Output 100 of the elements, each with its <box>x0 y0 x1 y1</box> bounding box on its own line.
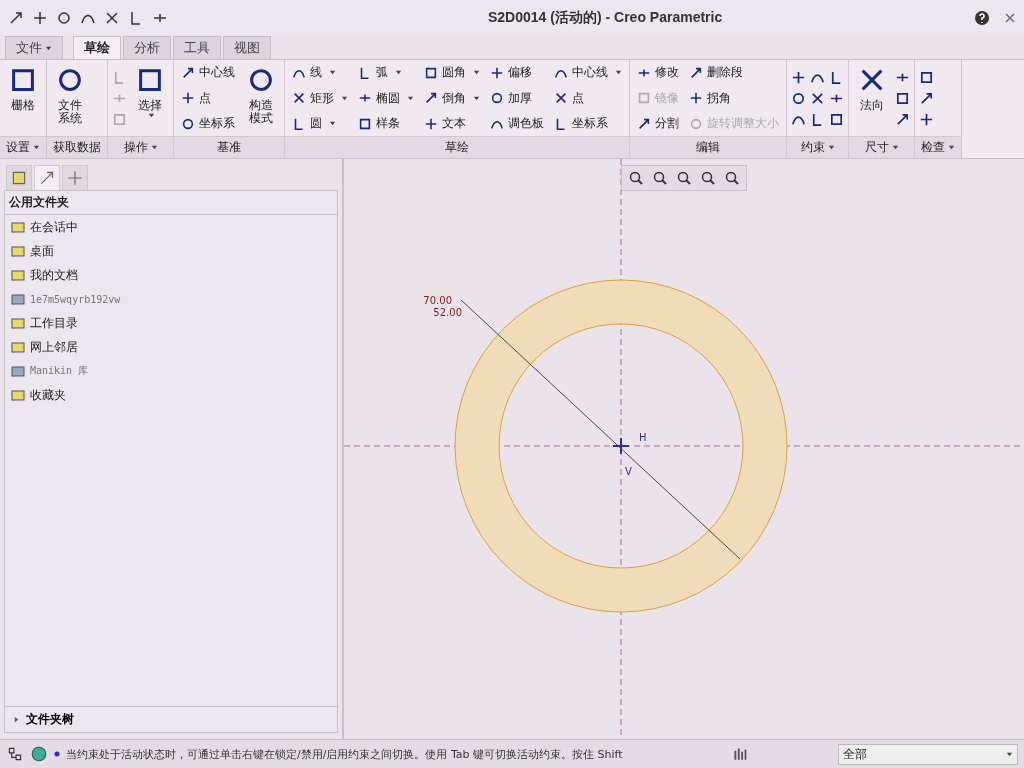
caret-icon <box>395 69 402 76</box>
ribbon-button[interactable]: 加厚 <box>487 88 547 108</box>
tool-icon[interactable] <box>810 90 825 106</box>
ribbon-button[interactable]: 中心线 <box>551 63 625 82</box>
tool-icon[interactable] <box>919 90 934 106</box>
tool-icon <box>424 116 438 131</box>
tool-icon <box>181 65 195 80</box>
ribbon-button[interactable]: 文件系统 <box>51 63 89 127</box>
tree-icon[interactable] <box>6 745 24 763</box>
caret-icon <box>948 144 955 151</box>
tool-icon <box>292 91 306 105</box>
tool-icon[interactable] <box>829 111 844 127</box>
folder-item[interactable]: Manikin 库 <box>30 364 89 378</box>
help-icon[interactable] <box>974 9 990 26</box>
view-tool-icon[interactable] <box>700 170 716 186</box>
folder-tree-toggle[interactable]: 文件夹树 <box>5 706 337 732</box>
caret-icon <box>473 94 480 102</box>
toolbar-icon[interactable] <box>8 9 24 26</box>
folder-item[interactable]: 网上邻居 <box>30 338 78 356</box>
group-label[interactable]: 基准 <box>174 136 284 158</box>
ribbon-button[interactable]: 删除段 <box>686 63 782 82</box>
ribbon-button[interactable]: 线 <box>289 63 351 82</box>
tool-icon[interactable] <box>919 111 934 127</box>
group-label[interactable]: 约束 <box>787 136 848 158</box>
tool-icon <box>689 65 703 80</box>
folder-icon <box>10 339 26 355</box>
toolbar-icon[interactable] <box>104 9 120 26</box>
group-label[interactable]: 尺寸 <box>849 136 914 158</box>
tool-icon <box>424 65 438 80</box>
ribbon-tab[interactable]: 分析 <box>123 36 171 59</box>
ribbon-button[interactable]: 中心线 <box>178 63 238 82</box>
tool-icon <box>689 116 703 131</box>
sketch-canvas[interactable]: 70.00 52.00 H V <box>344 159 1024 739</box>
ribbon-button[interactable]: 拐角 <box>686 88 782 108</box>
ribbon-button[interactable]: 坐标系 <box>551 114 625 133</box>
panel-header: 公用文件夹 <box>5 191 337 215</box>
group-label[interactable]: 编辑 <box>630 136 786 158</box>
tool-icon[interactable] <box>791 90 806 106</box>
tool-icon <box>181 116 195 131</box>
view-tool-icon[interactable] <box>652 170 668 186</box>
file-menu-button[interactable]: 文件 <box>5 36 63 59</box>
folder-item[interactable]: 桌面 <box>30 242 54 260</box>
folder-item[interactable]: 1e7m5wqyrb192vw <box>30 293 121 305</box>
ribbon-button[interactable]: 法向 <box>853 63 891 114</box>
navigator-tab[interactable] <box>34 165 60 190</box>
ribbon-tab[interactable]: 工具 <box>173 36 221 59</box>
view-tool-icon[interactable] <box>676 170 692 186</box>
ribbon-button[interactable]: 栅格 <box>4 63 42 114</box>
tool-icon <box>490 65 504 80</box>
ribbon-button[interactable]: 椭圆 <box>355 88 417 108</box>
ribbon-button[interactable]: 分割 <box>634 114 682 133</box>
tool-icon[interactable] <box>895 111 910 127</box>
ribbon-button[interactable]: 偏移 <box>487 63 547 82</box>
folder-item[interactable]: 收藏夹 <box>30 386 66 404</box>
tool-icon[interactable] <box>791 69 806 85</box>
group-label[interactable]: 设置 <box>0 136 46 158</box>
folder-icon <box>10 291 26 307</box>
ribbon-button[interactable]: 矩形 <box>289 88 351 108</box>
ribbon-button[interactable]: 点 <box>551 88 625 108</box>
caret-icon <box>407 94 414 102</box>
folder-icon <box>10 243 26 259</box>
group-label[interactable]: 获取数据 <box>47 136 107 158</box>
tool-icon[interactable] <box>919 69 934 85</box>
navigator-tab[interactable] <box>6 165 32 190</box>
ribbon-button[interactable]: 文本 <box>421 114 483 133</box>
group-label[interactable]: 检查 <box>915 136 961 158</box>
view-tool-icon[interactable] <box>628 170 644 186</box>
close-icon[interactable] <box>1004 11 1016 24</box>
ribbon-button[interactable]: 修改 <box>634 63 682 82</box>
folder-icon <box>10 267 26 283</box>
tool-icon[interactable] <box>895 90 910 106</box>
folder-icon <box>10 219 26 235</box>
ribbon-button[interactable]: 倒角 <box>421 88 483 108</box>
folder-item[interactable]: 我的文档 <box>30 266 78 284</box>
ribbon-button[interactable]: 构造模式 <box>242 63 280 127</box>
folder-item[interactable]: 在会话中 <box>30 218 78 236</box>
tool-icon <box>637 116 651 131</box>
ribbon-tab[interactable]: 视图 <box>223 36 271 59</box>
toolbar-icon[interactable] <box>56 9 72 26</box>
ribbon-button[interactable]: 圆角 <box>421 63 483 82</box>
ribbon-button[interactable]: 样条 <box>355 114 417 133</box>
ribbon-button[interactable]: 圆 <box>289 114 351 133</box>
ribbon-button[interactable]: 选择 <box>131 63 169 121</box>
ribbon-button[interactable]: 点 <box>178 88 238 108</box>
status-message: 当约束处于活动状态时，可通过单击右键在锁定/禁用/启用约束之间切换。使用 Tab 键可切换活动约束。按住 Shift <box>66 746 624 762</box>
toolbar-icon[interactable] <box>32 9 48 26</box>
caret-icon <box>473 69 480 76</box>
folder-item[interactable]: 工作目录 <box>30 314 78 332</box>
group-label[interactable]: 操作 <box>108 136 173 158</box>
ribbon-button[interactable]: 坐标系 <box>178 114 238 133</box>
caret-icon <box>148 111 155 119</box>
filter-dropdown[interactable]: 全部 <box>838 743 1018 765</box>
tool-icon <box>292 116 306 131</box>
group-label[interactable]: 草绘 <box>285 136 629 158</box>
ribbon-tab[interactable]: 草绘 <box>73 36 121 59</box>
ribbon-button[interactable]: 弧 <box>355 63 417 82</box>
view-tool-icon[interactable] <box>724 170 740 186</box>
caret-icon <box>891 144 899 151</box>
ribbon-button[interactable]: 调色板 <box>487 114 547 133</box>
tool-icon <box>490 91 504 105</box>
